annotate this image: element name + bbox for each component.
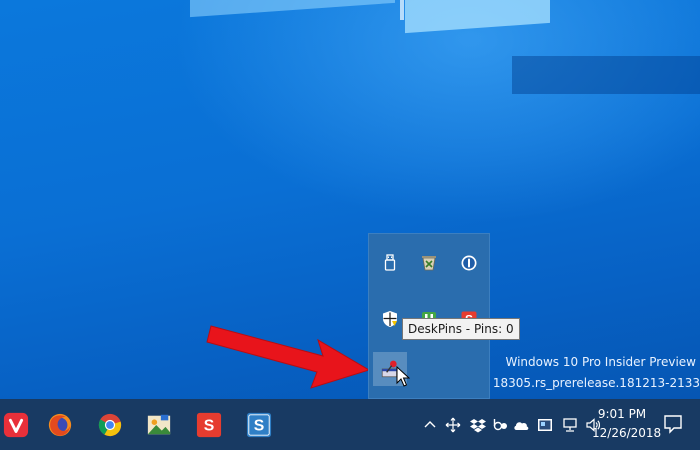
svg-text:S: S [254,418,265,435]
red-arrow-annotation [206,325,371,389]
firefox-icon[interactable] [44,409,76,441]
notification-overflow-tray: S [368,233,490,399]
clock-date: 12/26/2018 [592,426,662,440]
photos-app-icon[interactable] [143,409,175,441]
usb-icon[interactable] [377,250,403,276]
snagit-editor-icon[interactable]: S [243,409,275,441]
recycle-sort-icon[interactable] [416,250,442,276]
svg-text:S: S [204,418,215,435]
mouse-cursor-icon [396,366,410,387]
vivaldi-icon[interactable] [0,409,32,441]
dropbox-icon[interactable] [468,415,488,435]
snagit-capture-icon[interactable]: S [193,409,225,441]
wallpaper-light-beam [400,0,404,20]
taskbar-clock[interactable]: 9:01 PM 12/26/2018 [592,405,662,443]
move-arrows-icon[interactable] [443,415,463,435]
os-build-watermark-line1: Windows 10 Pro Insider Preview [505,355,696,369]
onepassword-icon[interactable] [456,250,482,276]
box-sync-icon[interactable] [490,415,510,435]
clock-time: 9:01 PM [597,407,647,421]
deskpins-tooltip: DeskPins - Pins: 0 [402,318,520,340]
wallpaper-shadow-band [512,56,700,94]
action-center-icon[interactable] [662,413,684,435]
onedrive-cloud-icon[interactable] [511,415,531,435]
wallpaper-light-pane [190,0,395,18]
photoshop-tray-icon[interactable] [535,415,555,435]
show-hidden-icons-chevron-icon[interactable] [420,415,440,435]
taskbar: S S 9:01 PM 12/26/2018 [0,399,700,450]
chrome-icon[interactable] [94,409,126,441]
windows-security-shield-icon[interactable] [377,306,403,332]
network-icon[interactable] [560,415,580,435]
wallpaper-light-pane [405,0,550,34]
